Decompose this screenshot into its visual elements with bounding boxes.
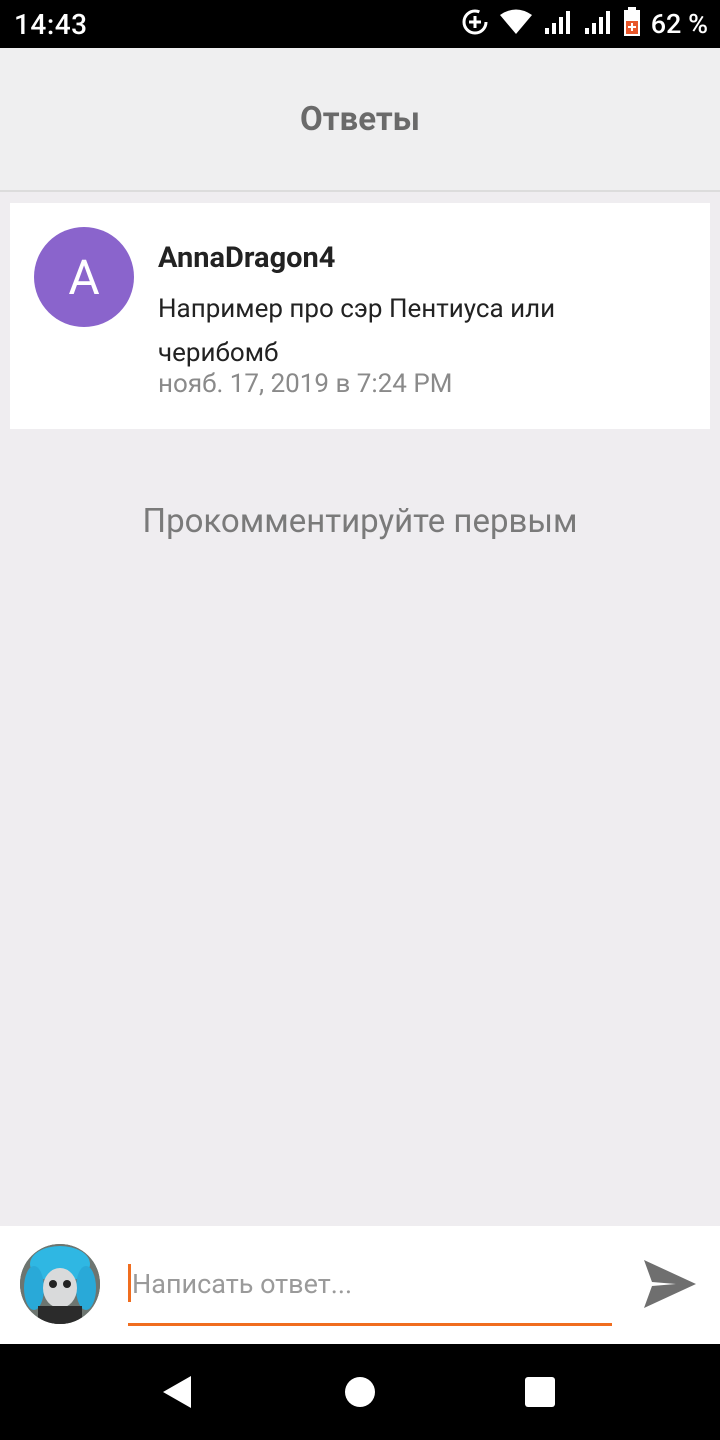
back-button[interactable] [128, 1344, 228, 1440]
reply-input-wrapper [128, 1256, 612, 1326]
page-title: Ответы [299, 99, 421, 139]
author-name[interactable]: AnnaDragon4 [158, 241, 335, 275]
signal-icon [583, 8, 613, 40]
reply-input[interactable] [128, 1256, 612, 1312]
recents-icon [525, 1377, 555, 1407]
status-icons: 62 % [461, 7, 708, 41]
system-nav-bar [0, 1344, 720, 1440]
empty-state-text: Прокомментируйте первым [142, 502, 578, 541]
status-time: 14:43 [14, 7, 88, 41]
home-icon [345, 1377, 375, 1407]
send-button[interactable] [640, 1256, 700, 1312]
home-button[interactable] [310, 1344, 410, 1440]
back-icon [163, 1376, 191, 1408]
data-saver-icon [461, 8, 489, 40]
user-avatar[interactable] [20, 1244, 100, 1324]
reply-text: Например про сэр Пентиуса или черибомб [158, 294, 556, 368]
battery-icon [623, 7, 641, 41]
app-header: Ответы [0, 48, 720, 192]
recents-button[interactable] [490, 1344, 590, 1440]
battery-percent: 62 % [650, 8, 708, 40]
wifi-icon [499, 8, 533, 40]
reply-composer [0, 1226, 720, 1344]
send-icon [644, 1260, 696, 1308]
signal-icon [543, 8, 573, 40]
reply-date: нояб. 17, 2019 в 7:24 PM [158, 369, 453, 399]
author-avatar[interactable]: A [34, 227, 134, 327]
reply-card[interactable]: A AnnaDragon4 Например про сэр Пентиуса … [10, 203, 710, 429]
status-bar: 14:43 62 % [0, 0, 720, 48]
